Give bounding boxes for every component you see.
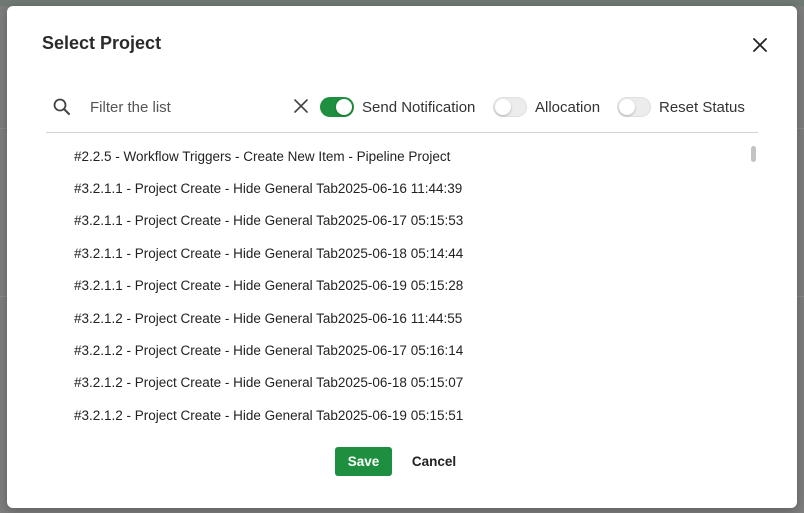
save-button[interactable]: Save [335,447,392,476]
select-project-dialog: Select Project Send Notification Allocat… [7,6,797,508]
dialog-title: Select Project [42,33,162,53]
list-item[interactable]: #2.2.5 - Workflow Triggers - Create New … [46,140,758,172]
switch-knob [619,99,635,115]
dialog-footer: Save Cancel [7,447,797,477]
list-item[interactable]: #3.2.1.1 - Project Create - Hide General… [46,205,758,237]
send-notification-label: Send Notification [362,98,476,116]
toolbar-divider [46,132,758,133]
close-icon [753,38,767,52]
allocation-switch[interactable] [493,97,527,117]
filter-toolbar: Send Notification Allocation Reset Statu… [46,88,758,128]
reset-status-toggle[interactable]: Reset Status [617,96,745,118]
list-item[interactable]: #3.2.1.2 - Project Create - Hide General… [46,302,758,334]
switch-knob [336,99,352,115]
list-item[interactable]: #3.2.1.2 - Project Create - Hide General… [46,399,758,429]
filter-input[interactable] [82,94,298,120]
list-item[interactable]: #3.2.1.2 - Project Create - Hide General… [46,334,758,366]
list-item[interactable]: #3.2.1.2 - Project Create - Hide General… [46,367,758,399]
list-item[interactable]: #3.2.1.1 - Project Create - Hide General… [46,270,758,302]
cancel-button[interactable]: Cancel [403,447,465,476]
switch-knob [495,99,511,115]
send-notification-switch[interactable] [320,97,354,117]
clear-filter-icon[interactable] [292,97,310,115]
list-item[interactable]: #3.2.1.1 - Project Create - Hide General… [46,237,758,269]
allocation-label: Allocation [535,98,601,116]
list-item[interactable]: #3.2.1.1 - Project Create - Hide General… [46,172,758,204]
search-icon [53,98,70,115]
reset-status-label: Reset Status [659,98,745,116]
reset-status-switch[interactable] [617,97,651,117]
send-notification-toggle[interactable]: Send Notification [320,96,475,118]
project-list[interactable]: #2.2.5 - Workflow Triggers - Create New … [46,140,758,429]
close-button[interactable] [749,34,771,56]
allocation-toggle[interactable]: Allocation [493,96,600,118]
scrollbar-thumb[interactable] [751,146,756,162]
